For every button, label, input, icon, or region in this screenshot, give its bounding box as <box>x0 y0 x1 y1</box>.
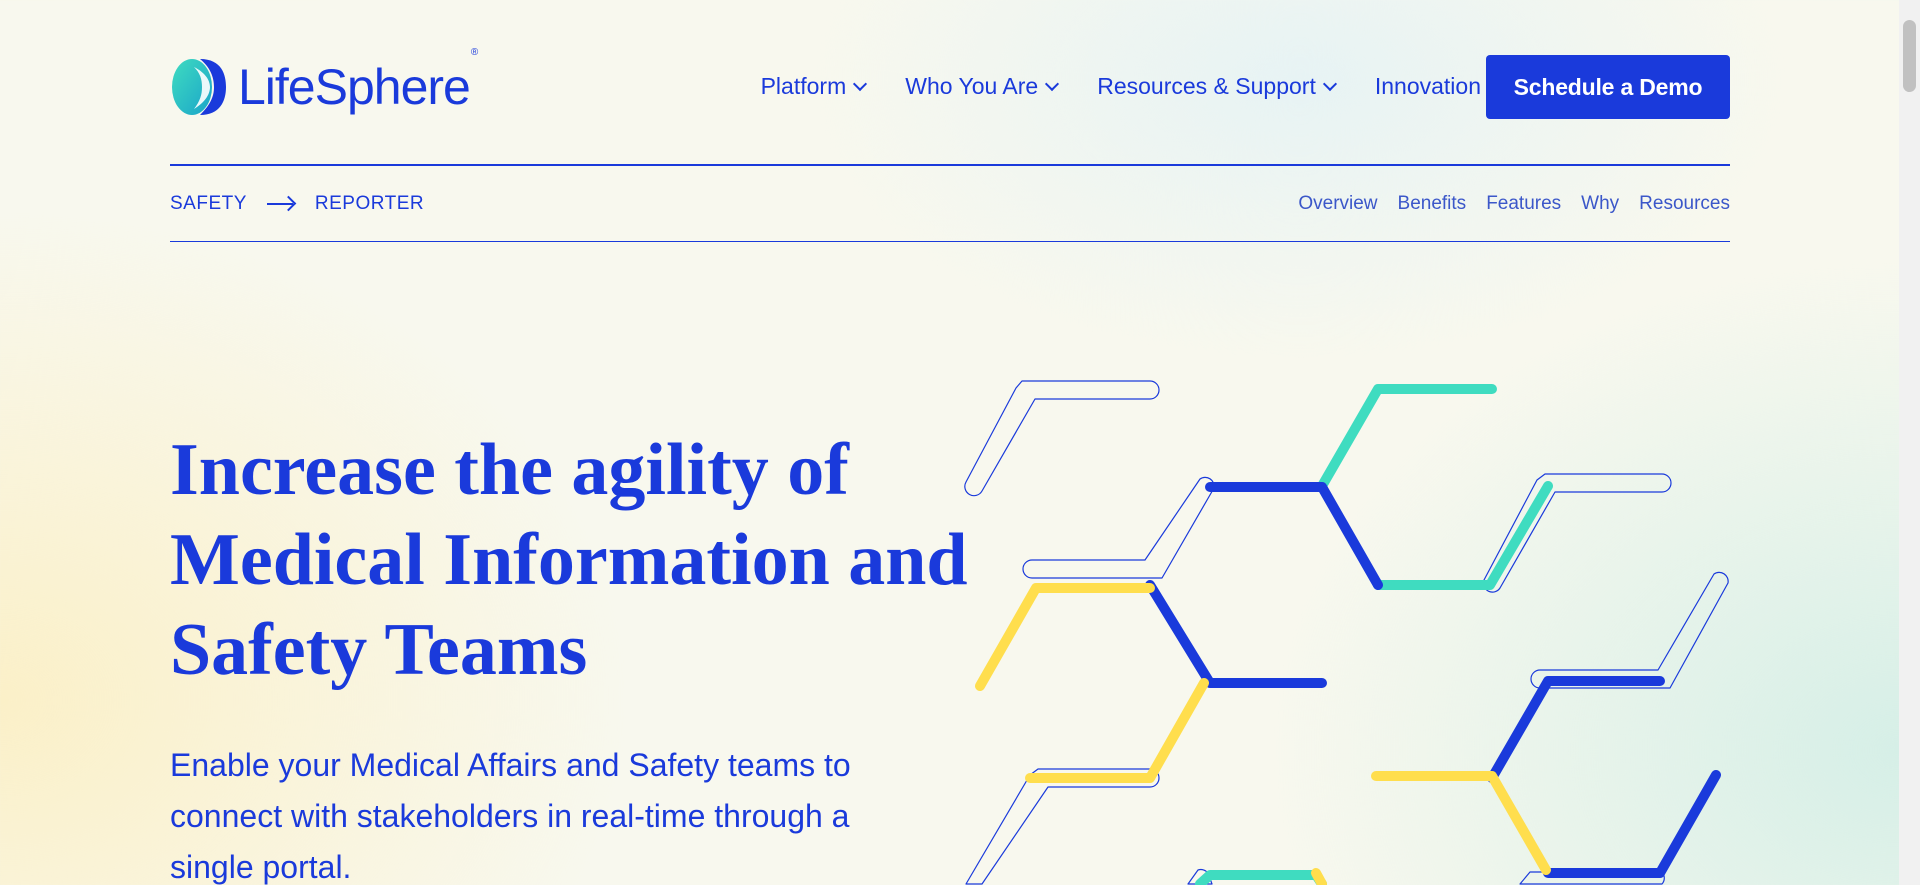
breadcrumb-reporter[interactable]: REPORTER <box>315 193 424 215</box>
subnav-divider <box>170 241 1730 242</box>
hero-subtitle-line: single portal. <box>170 849 352 885</box>
lifesphere-logo-icon <box>172 59 226 115</box>
subnav-benefits[interactable]: Benefits <box>1398 193 1467 215</box>
logo-wordmark: LifeSphere® <box>238 47 478 115</box>
header-divider <box>170 164 1730 166</box>
hexagon-illustration <box>964 380 1729 885</box>
page: LifeSphere® Platform Who You Are Resourc… <box>0 0 1899 885</box>
hero-subtitle: Enable your Medical Affairs and Safety t… <box>170 740 890 885</box>
subnav-features[interactable]: Features <box>1486 193 1561 215</box>
yellow-lines <box>975 583 1551 885</box>
page-scrollbar[interactable] <box>1899 0 1920 885</box>
chevron-down-icon <box>853 76 868 91</box>
nav-who-you-are-label: Who You Are <box>905 73 1039 99</box>
lifesphere-logo[interactable]: LifeSphere® <box>170 47 478 119</box>
hero-title-line: Increase the agility of <box>170 429 849 511</box>
nav-resources-support[interactable]: Resources & Support <box>1097 73 1337 100</box>
hero-title-line: Safety Teams <box>170 609 588 691</box>
nav-who-you-are[interactable]: Who You Are <box>905 73 1060 100</box>
chevron-down-icon <box>1045 76 1060 91</box>
hero-subtitle-line: Enable your Medical Affairs and Safety t… <box>170 747 851 783</box>
scrollbar-thumb[interactable] <box>1903 20 1916 92</box>
teal-lines <box>1195 384 1553 885</box>
site-header: LifeSphere® Platform Who You Are Resourc… <box>170 47 1730 120</box>
page-subnav: Overview Benefits Features Why Resources <box>1278 193 1730 215</box>
blue-lines <box>1145 482 1721 878</box>
chevron-down-icon <box>1322 76 1337 91</box>
nav-platform[interactable]: Platform <box>760 73 868 100</box>
nav-resources-support-label: Resources & Support <box>1097 73 1316 99</box>
hero-subtitle-line: connect with stakeholders in real-time t… <box>170 798 850 834</box>
schedule-demo-button[interactable]: Schedule a Demo <box>1486 55 1730 119</box>
nav-innovation[interactable]: Innovation <box>1374 73 1503 100</box>
nav-innovation-label: Innovation <box>1374 73 1481 99</box>
subnav-why[interactable]: Why <box>1581 193 1619 215</box>
breadcrumb: SAFETY REPORTER <box>170 193 424 215</box>
hero-title: Increase the agility of Medical Informat… <box>170 425 970 695</box>
hero-title-line: Medical Information and <box>170 519 968 601</box>
breadcrumb-safety[interactable]: SAFETY <box>170 193 247 215</box>
outline-shapes <box>964 380 1729 885</box>
subnav-overview[interactable]: Overview <box>1298 193 1377 215</box>
subnav-resources[interactable]: Resources <box>1639 193 1730 215</box>
arrow-right-icon <box>266 197 295 211</box>
nav-platform-label: Platform <box>760 73 847 99</box>
main-nav: Platform Who You Are Resources & Support… <box>721 73 1503 100</box>
